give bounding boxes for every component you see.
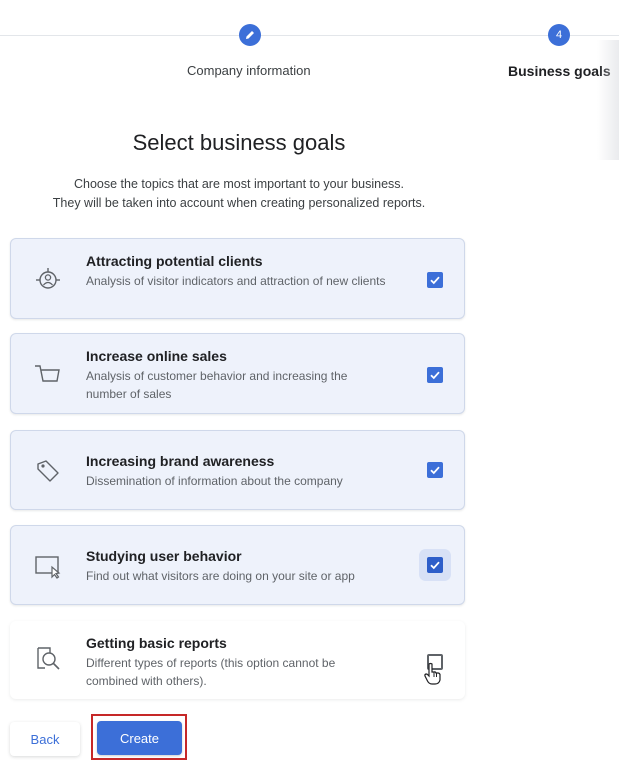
subtitle-line-2: They will be taken into account when cre… <box>52 196 426 210</box>
stepper: Company information 4 Business goals <box>0 0 619 160</box>
goal-title: Attracting potential clients <box>86 253 263 269</box>
create-button[interactable]: Create <box>97 721 182 755</box>
step-business-goals-dot: 4 <box>548 24 570 46</box>
step-company-information-label[interactable]: Company information <box>187 63 311 78</box>
checkmark-icon <box>430 466 440 475</box>
goal-card-brand-awareness[interactable]: Increasing brand awareness Dissemination… <box>10 430 465 510</box>
goal-description: Find out what visitors are doing on your… <box>86 569 355 583</box>
step-business-goals-label: Business goals <box>508 63 611 79</box>
shopping-cart-icon <box>35 365 60 382</box>
page-title: Select business goals <box>132 130 346 155</box>
goal-description: Analysis of customer behavior and increa… <box>86 369 348 401</box>
goal-checkbox-checked[interactable] <box>427 367 443 383</box>
goal-card-user-behavior[interactable]: Studying user behavior Find out what vis… <box>10 525 465 605</box>
goal-description: Dissemination of information about the c… <box>86 474 343 488</box>
scroll-edge-shadow <box>597 40 619 160</box>
goal-title: Getting basic reports <box>86 635 227 651</box>
goal-title: Studying user behavior <box>86 548 242 564</box>
goal-description: Analysis of visitor indicators and attra… <box>86 274 386 288</box>
goal-title: Increase online sales <box>86 348 227 364</box>
stepper-line <box>0 35 619 36</box>
goal-checkbox-checked[interactable] <box>427 272 443 288</box>
goal-title: Increasing brand awareness <box>86 453 275 469</box>
target-user-icon <box>36 268 60 289</box>
goal-checkbox-checked[interactable] <box>427 462 443 478</box>
checkmark-icon <box>430 561 440 570</box>
cursor-window-icon <box>35 556 61 579</box>
goal-card-online-sales[interactable]: Increase online sales Analysis of custom… <box>10 333 465 414</box>
hand-pointer-cursor-icon <box>424 662 441 685</box>
goal-description: Different types of reports (this option … <box>86 656 336 688</box>
tag-icon <box>37 460 59 482</box>
pencil-icon <box>246 31 254 39</box>
page-subtitle: Choose the topics that are most importan… <box>0 175 478 213</box>
step-company-information-dot[interactable] <box>239 24 261 46</box>
back-button[interactable]: Back <box>10 722 80 756</box>
goal-checkbox-checked[interactable] <box>427 557 443 573</box>
subtitle-line-1: Choose the topics that are most importan… <box>73 177 405 191</box>
goal-card-basic-reports[interactable]: Getting basic reports Different types of… <box>10 621 465 699</box>
report-search-icon <box>37 647 60 670</box>
checkmark-icon <box>430 371 440 380</box>
goal-card-attracting-clients[interactable]: Attracting potential clients Analysis of… <box>10 238 465 319</box>
checkmark-icon <box>430 276 440 285</box>
